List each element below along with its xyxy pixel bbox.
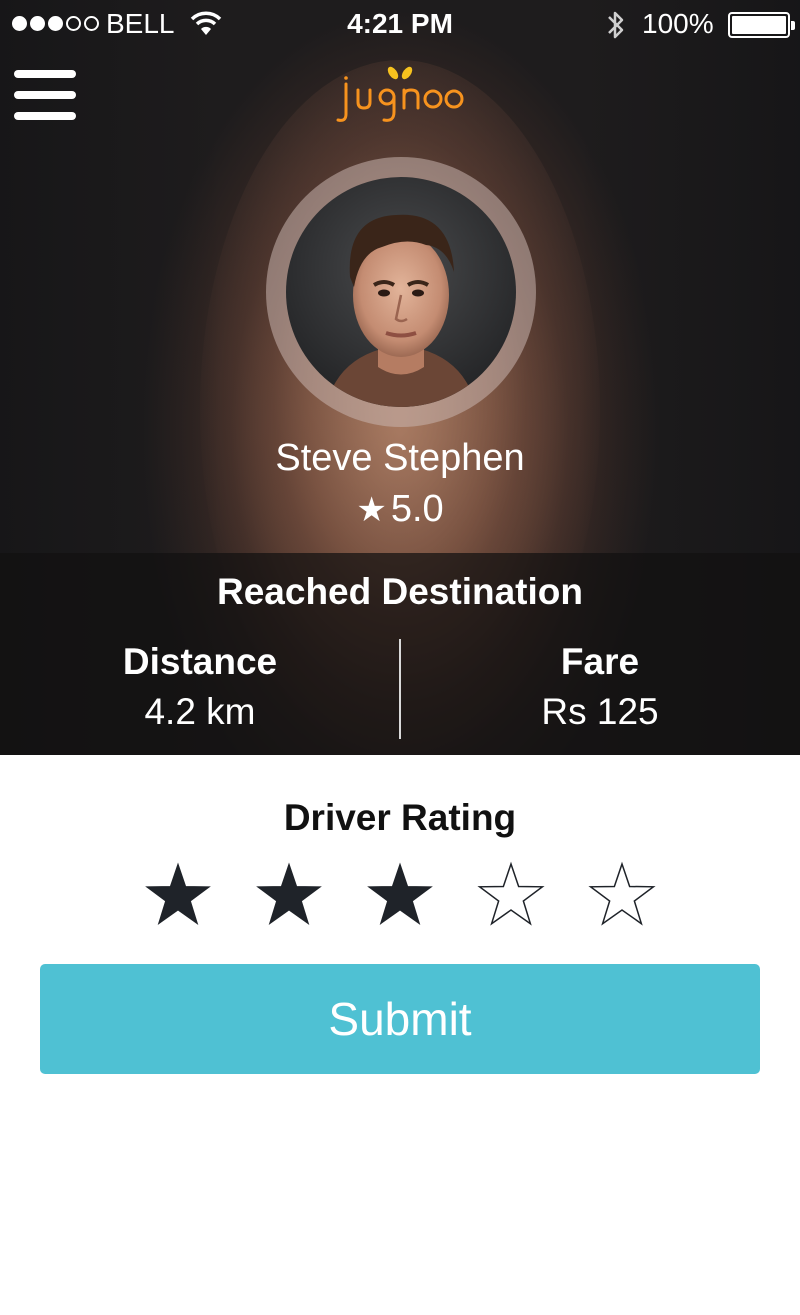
distance-value: 4.2 km [144,691,256,732]
star-empty-icon[interactable] [587,860,657,930]
bluetooth-icon [608,11,624,39]
driver-avatar [286,177,516,407]
trip-status: Reached Destination [217,571,583,612]
menu-line [14,112,76,120]
fare-label: Fare [560,641,640,682]
menu-line [14,91,76,99]
driver-rating-title: Driver Rating [283,797,517,838]
star-filled-icon[interactable] [254,860,324,930]
distance-label: Distance [122,641,278,682]
fare-value: Rs 125 [541,691,659,732]
star-filled-icon[interactable] [143,860,213,930]
star-empty-icon[interactable] [476,860,546,930]
jugnoo-logo [336,66,464,122]
submit-button[interactable]: Submit [40,964,760,1074]
driver-name: Steve Stephen [275,437,525,479]
distance-stat: Distance 4.2 km [0,641,400,733]
star-icon: ★ [356,491,387,529]
trip-summary: Reached Destination Distance 4.2 km Fare… [0,553,800,755]
menu-line [14,70,76,78]
battery-tip [791,21,795,30]
battery-percentage: 100% [642,8,714,39]
driver-rating-value: 5.0 [390,488,444,530]
battery-icon [728,12,795,38]
rating-stars [0,860,800,930]
battery-fill [732,16,786,34]
hamburger-menu-icon[interactable] [14,70,76,120]
fare-stat: Fare Rs 125 [400,641,800,733]
star-filled-icon[interactable] [365,860,435,930]
driver-average-rating: ★ 5.0 [0,488,800,531]
driver-hero-background: BELL 4:21 PM 100% Steve Stephen ★ 5.0 Re… [0,0,800,755]
driver-photo [286,177,516,407]
status-bar: BELL 4:21 PM 100% [0,0,800,48]
